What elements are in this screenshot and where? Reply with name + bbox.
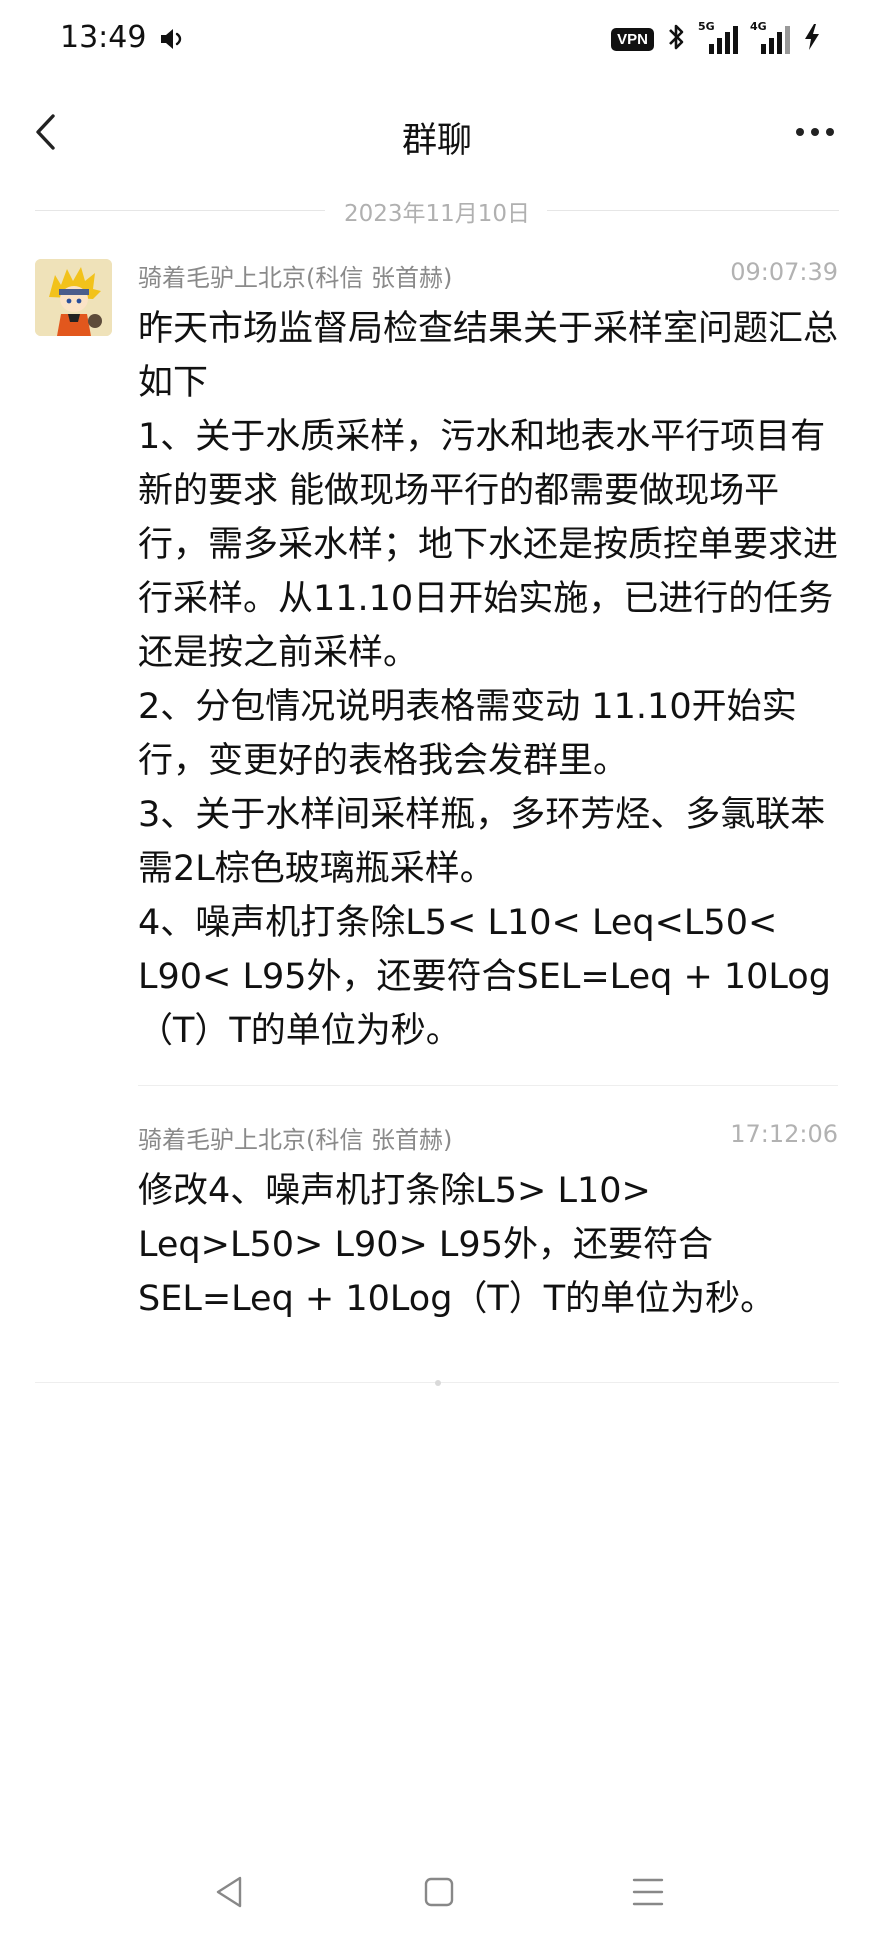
signal-4g-icon: 4G: [750, 20, 790, 56]
more-dots-icon: [796, 128, 834, 136]
message-time: 09:07:39: [730, 258, 838, 286]
date-separator: 2023年11月10日: [35, 194, 839, 227]
sender-avatar[interactable]: [35, 259, 112, 336]
signal-5g-icon: 5G: [698, 20, 738, 56]
home-square-icon: [423, 1877, 455, 1914]
charging-bolt-icon: [802, 22, 822, 56]
nav-home-button[interactable]: [423, 1874, 455, 1914]
message-meta: 骑着毛驴上北京(科信 张首赫) 09:07:39: [138, 258, 838, 292]
sender-name: 骑着毛驴上北京(科信 张首赫): [138, 264, 453, 292]
vpn-badge: VPN: [611, 27, 654, 51]
back-triangle-icon: [212, 1876, 246, 1914]
status-bar: 13:49 VPN 5G 4G: [0, 0, 874, 80]
message-text: 昨天市场监督局检查结果关于采样室问题汇总如下 1、关于水质采样，污水和地表水平行…: [138, 309, 839, 1051]
nav-back-button[interactable]: [212, 1874, 246, 1914]
volume-icon: [158, 26, 186, 56]
menu-lines-icon: [630, 1878, 666, 1914]
date-label: 2023年11月10日: [343, 201, 531, 227]
message-item[interactable]: 骑着毛驴上北京(科信 张首赫) 17:12:06 修改4、噪声机打条除L5> L…: [138, 1120, 838, 1326]
status-time: 13:49: [60, 20, 147, 55]
nav-menu-button[interactable]: [630, 1874, 666, 1914]
page-title: 群聊: [401, 121, 472, 161]
system-icons: VPN 5G 4G: [611, 20, 822, 56]
system-nav-bar: [0, 1860, 874, 1920]
message-time: 17:12:06: [730, 1120, 838, 1148]
end-dot: [435, 1380, 441, 1386]
more-button[interactable]: [796, 128, 834, 136]
message-meta: 骑着毛驴上北京(科信 张首赫) 17:12:06: [138, 1120, 838, 1154]
chat-header: 群聊: [0, 92, 874, 172]
message-text: 修改4、噪声机打条除L5> L10> Leq>L50> L90> L95外，还要…: [138, 1171, 776, 1319]
sender-name: 骑着毛驴上北京(科信 张首赫): [138, 1126, 453, 1154]
message-divider: [138, 1085, 838, 1086]
message-item[interactable]: 骑着毛驴上北京(科信 张首赫) 09:07:39 昨天市场监督局检查结果关于采样…: [138, 258, 838, 1058]
bluetooth-icon: [666, 22, 686, 56]
